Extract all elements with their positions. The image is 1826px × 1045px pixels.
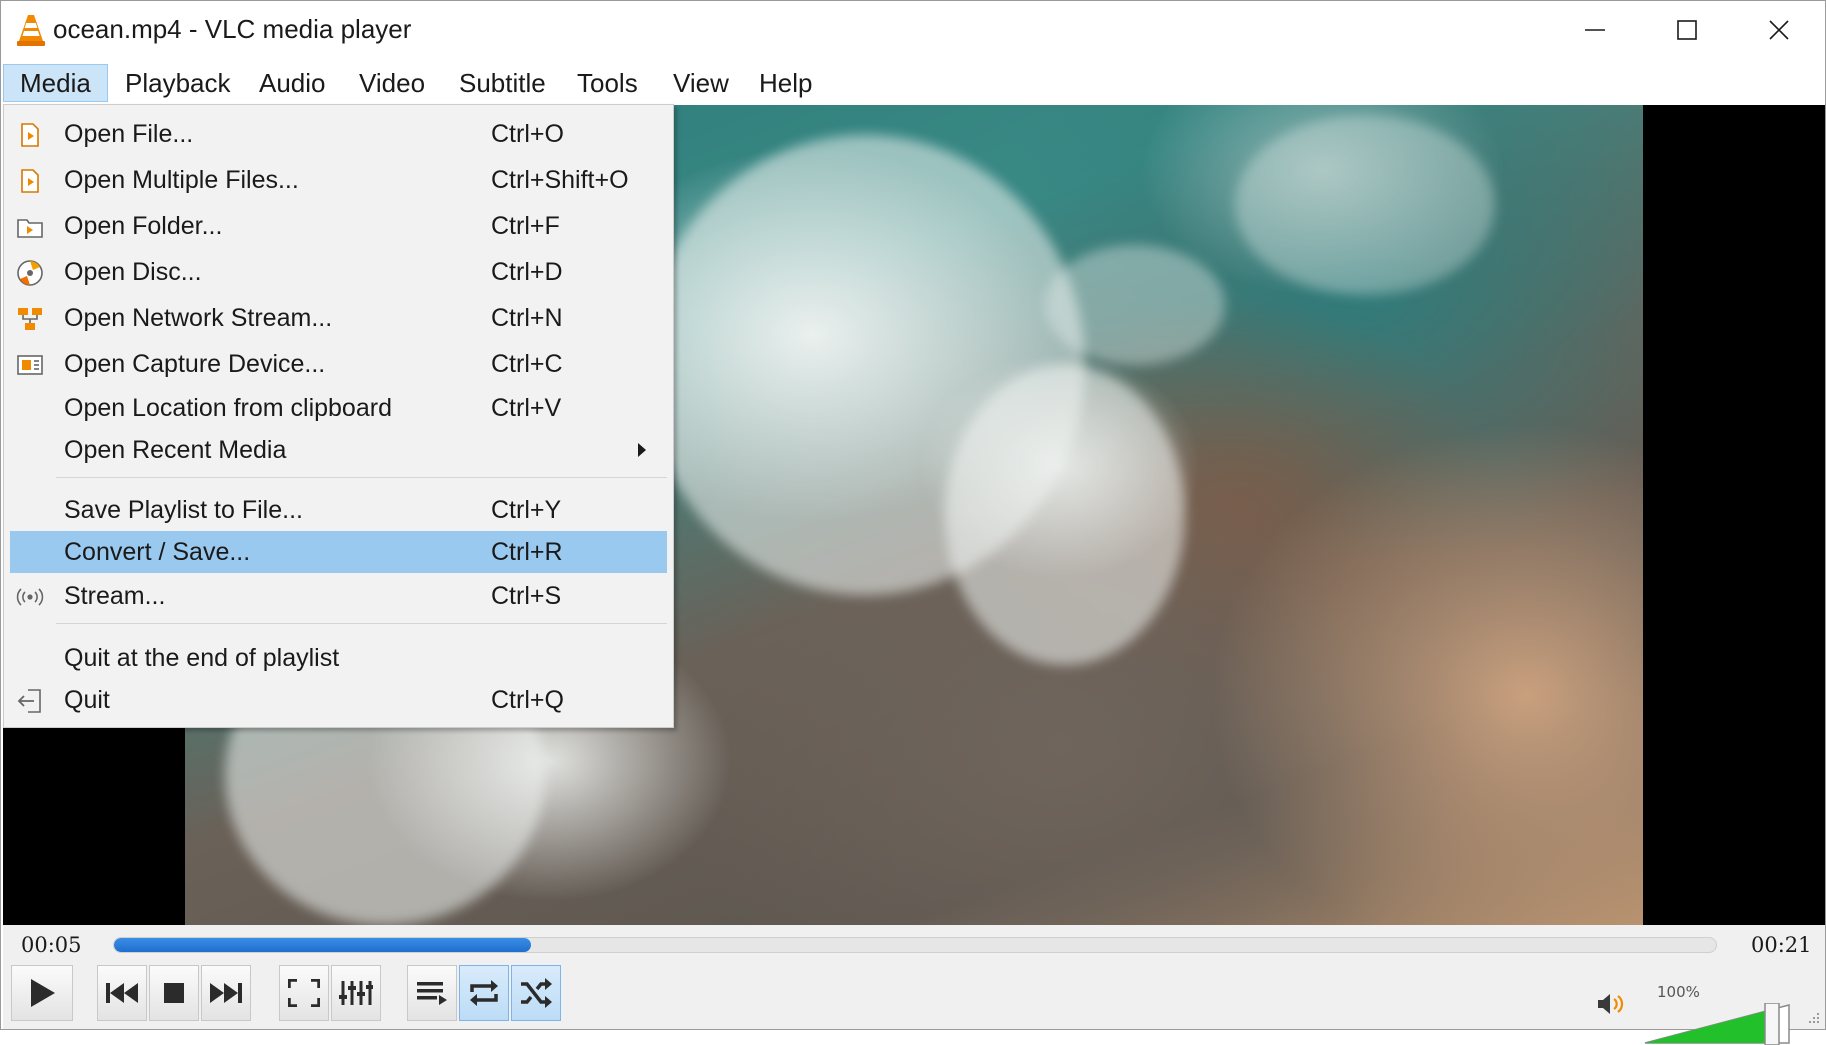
menu-video[interactable]: Video [343,64,441,102]
stop-button[interactable] [149,965,199,1021]
minimize-icon [1585,29,1605,31]
speaker-icon[interactable] [1596,991,1626,1017]
menu-item-quit-end-of-playlist[interactable]: Quit at the end of playlist [10,637,667,679]
menu-bar: Media Playback Audio Video Subtitle Tool… [1,59,1825,105]
close-button[interactable] [1733,1,1825,59]
open-multiple-files-icon [21,169,39,193]
menu-item-shortcut: Ctrl+O [491,120,564,148]
menu-item-shortcut: Ctrl+V [491,394,562,422]
menu-item-label: Open Multiple Files... [64,166,299,194]
submenu-arrow-icon [638,443,646,457]
menu-playback[interactable]: Playback [109,64,247,102]
elapsed-time[interactable]: 00:05 [21,933,82,957]
previous-button[interactable] [97,965,147,1021]
menu-item-label: Convert / Save... [64,538,251,566]
menu-item-label: Quit at the end of playlist [64,644,340,672]
network-icon [18,308,42,330]
minimize-button[interactable] [1549,1,1641,59]
menu-separator [56,623,667,624]
menu-item-open-multiple-files[interactable]: Open Multiple Files... Ctrl+Shift+O [10,159,667,201]
maximize-button[interactable] [1641,1,1733,59]
menu-item-shortcut: Ctrl+R [491,538,563,566]
random-icon [521,978,552,1008]
disc-icon [17,260,43,286]
playlist-button[interactable] [407,965,457,1021]
menu-separator [56,477,667,478]
seek-bar[interactable] [113,937,1717,953]
menu-item-label: Open Capture Device... [64,350,326,378]
controls-panel: 00:05 00:21 100% [3,925,1825,1045]
loop-icon [470,980,498,1006]
menu-item-open-folder[interactable]: Open Folder... Ctrl+F [10,205,667,247]
menu-subtitle[interactable]: Subtitle [443,64,562,102]
total-time[interactable]: 00:21 [1751,933,1812,957]
menu-item-stream[interactable]: Stream... Ctrl+S [10,575,667,617]
menu-item-label: Open File... [64,120,194,148]
random-button[interactable] [511,965,561,1021]
folder-icon [17,219,43,238]
menu-tools[interactable]: Tools [561,64,654,102]
menu-item-label: Quit [64,686,110,714]
menu-media[interactable]: Media [3,64,108,102]
menu-item-convert-save[interactable]: Convert / Save... Ctrl+R [10,531,667,573]
menu-item-shortcut: Ctrl+Y [491,496,562,524]
menu-item-shortcut: Ctrl+Q [491,686,564,714]
menu-item-open-network-stream[interactable]: Open Network Stream... Ctrl+N [10,297,667,339]
menu-item-open-capture-device[interactable]: Open Capture Device... Ctrl+C [10,343,667,385]
play-icon [31,979,55,1007]
vlc-window: ocean.mp4 - VLC media player Media Playb… [0,0,1826,1045]
playlist-icon [417,982,447,1005]
loop-button[interactable] [459,965,509,1021]
volume-slider[interactable] [1643,1003,1791,1045]
maximize-icon [1677,20,1697,40]
menu-item-shortcut: Ctrl+Shift+O [491,166,629,194]
close-icon [1769,20,1789,40]
quit-icon [17,689,41,713]
menu-item-label: Open Folder... [64,212,223,240]
menu-item-shortcut: Ctrl+C [491,350,563,378]
resize-grip-icon[interactable] [1803,1011,1821,1029]
open-file-icon [21,123,39,147]
menu-audio[interactable]: Audio [243,64,342,102]
menu-help[interactable]: Help [743,64,828,102]
menu-item-shortcut: Ctrl+F [491,212,560,240]
extended-settings-icon [339,981,373,1005]
fullscreen-button[interactable] [279,965,329,1021]
stream-icon [16,588,44,606]
window-title: ocean.mp4 - VLC media player [53,14,412,44]
menu-item-open-file[interactable]: Open File... Ctrl+O [10,113,667,155]
stop-icon [164,983,184,1003]
next-button[interactable] [201,965,251,1021]
vlc-cone-icon [17,15,45,46]
next-icon [210,983,242,1003]
capture-device-icon [17,355,43,375]
title-bar[interactable]: ocean.mp4 - VLC media player [1,1,1825,59]
volume-percentage: 100% [1657,983,1700,1001]
menu-item-open-location-clipboard[interactable]: Open Location from clipboard Ctrl+V [10,387,667,429]
menu-item-label: Save Playlist to File... [64,496,303,524]
media-menu: Open File... Ctrl+O Open Multiple Files.… [3,104,674,728]
menu-item-label: Open Recent Media [64,436,287,464]
seek-progress [114,938,531,952]
play-button[interactable] [11,965,73,1021]
menu-view[interactable]: View [657,64,745,102]
menu-item-shortcut: Ctrl+N [491,304,563,332]
menu-item-shortcut: Ctrl+D [491,258,563,286]
menu-item-label: Stream... [64,582,166,610]
menu-item-quit[interactable]: Quit Ctrl+Q [10,679,667,721]
menu-item-shortcut: Ctrl+S [491,582,562,610]
menu-item-label: Open Location from clipboard [64,394,392,422]
fullscreen-icon [288,979,320,1007]
menu-item-label: Open Network Stream... [64,304,333,332]
menu-item-label: Open Disc... [64,258,202,286]
menu-item-open-disc[interactable]: Open Disc... Ctrl+D [10,251,667,293]
previous-icon [106,983,138,1003]
menu-item-open-recent-media[interactable]: Open Recent Media [10,429,667,471]
menu-item-save-playlist[interactable]: Save Playlist to File... Ctrl+Y [10,489,667,531]
extended-settings-button[interactable] [331,965,381,1021]
